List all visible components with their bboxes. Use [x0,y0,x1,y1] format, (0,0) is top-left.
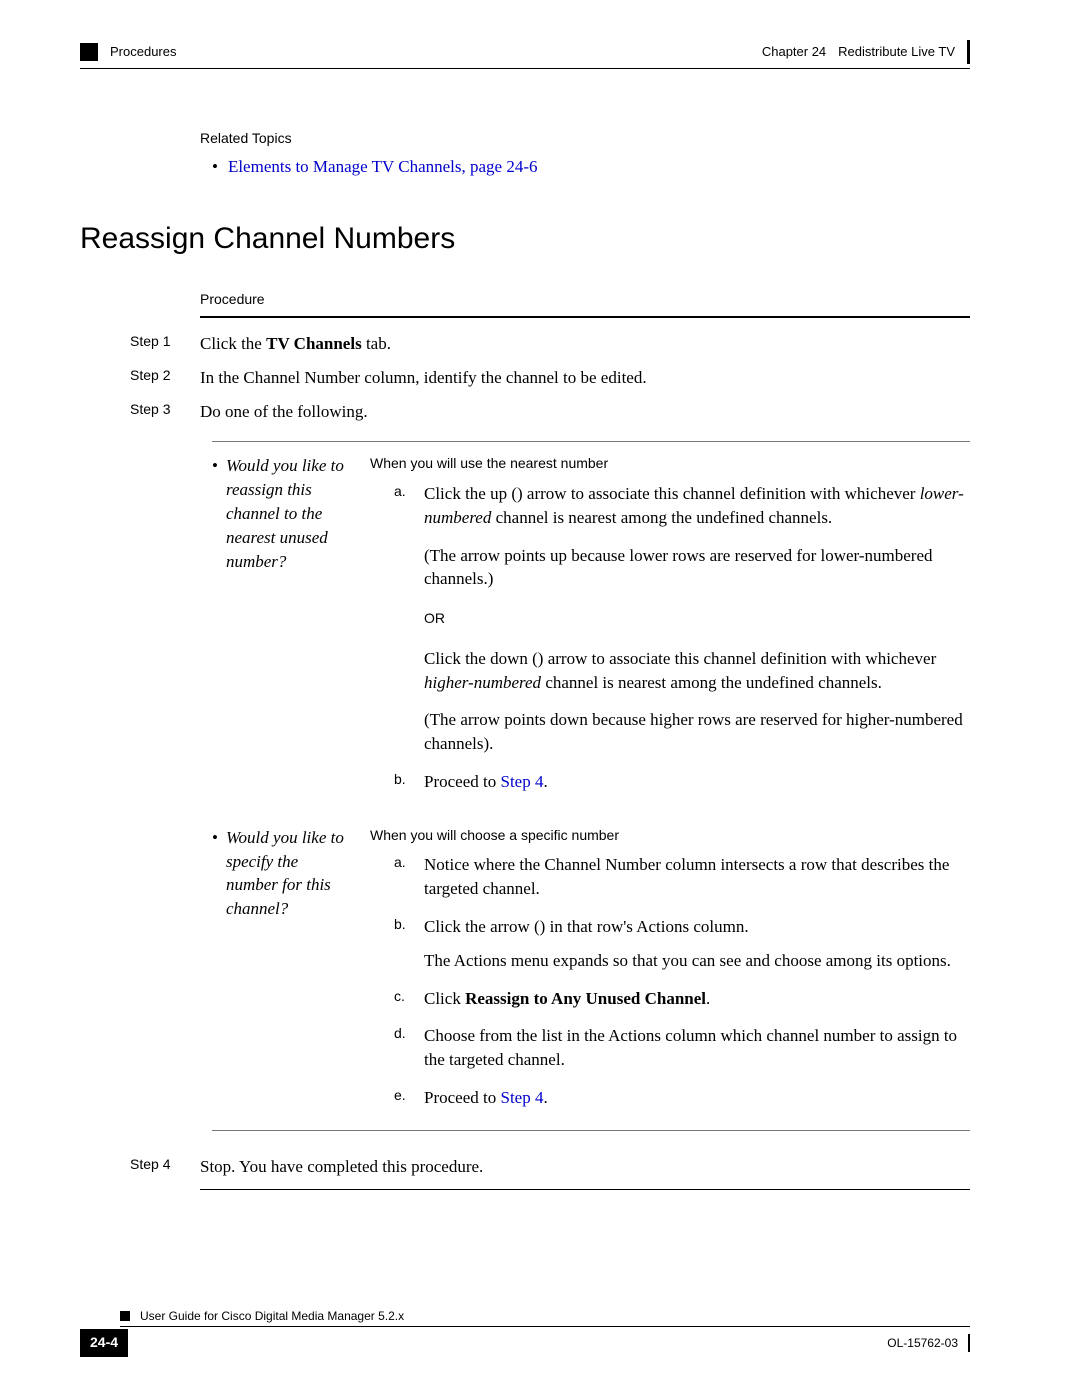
step-4-body: Stop. You have completed this procedure. [200,1155,970,1179]
step-1-body: Click the TV Channels tab. [200,332,970,356]
header-rule [80,68,970,69]
option-1-question: Would you like to reassign this channel … [226,454,352,807]
page-number-badge: 24-4 [80,1329,128,1357]
footer-guide-title: User Guide for Cisco Digital Media Manag… [140,1308,404,1325]
option-nearest: • Would you like to reassign this channe… [212,454,970,807]
bullet-icon: • [212,826,218,1110]
step-3: Step 3 Do one of the following. [130,400,970,424]
option-1-a: a. Click the up () arrow to associate th… [394,482,970,591]
option-2-b: b. Click the arrow () in that row's Acti… [394,915,970,973]
step-1-label: Step 1 [130,332,200,356]
step-4-link[interactable]: Step 4 [500,1088,543,1107]
doc-id: OL-15762-03 [887,1335,958,1352]
step-4: Step 4 Stop. You have completed this pro… [130,1155,970,1179]
bullet-icon: • [212,155,218,179]
procedure-rule [200,316,970,318]
step-3-body: Do one of the following. [200,400,970,424]
option-2-when: When you will choose a specific number [370,826,970,846]
option-2-a: a. Notice where the Channel Number colum… [394,853,970,901]
header-marker-icon [80,43,98,61]
option-2-e: e. Proceed to Step 4. [394,1086,970,1110]
option-2-question: Would you like to specify the number for… [226,826,352,1110]
bullet-icon: • [212,454,218,807]
related-topic-link[interactable]: Elements to Manage TV Channels, page 24-… [228,155,538,179]
header-chapter-title: Redistribute Live TV [838,43,955,61]
step-2-body: In the Channel Number column, identify t… [200,366,970,390]
header-bar-icon [967,40,970,64]
header-chapter: Chapter 24 [762,43,826,61]
step-2: Step 2 In the Channel Number column, ide… [130,366,970,390]
option-2-c: c. Click Reassign to Any Unused Channel. [394,987,970,1011]
option-specific: • Would you like to specify the number f… [212,826,970,1110]
related-topics-heading: Related Topics [200,129,970,149]
or-label: OR [424,609,970,629]
option-1-b: b. Proceed to Step 4. [394,770,970,794]
step-2-label: Step 2 [130,366,200,390]
procedure-heading: Procedure [200,290,970,310]
options-table: • Would you like to reassign this channe… [212,441,970,1130]
procedure-end-rule [200,1189,970,1190]
footer-rule [120,1326,970,1327]
footer-marker-icon [120,1311,130,1321]
page-title: Reassign Channel Numbers [80,218,970,260]
step-3-label: Step 3 [130,400,200,424]
footer-bar-icon [968,1334,970,1352]
option-1-when: When you will use the nearest number [370,454,970,474]
step-4-label: Step 4 [130,1155,200,1179]
option-2-d: d. Choose from the list in the Actions c… [394,1024,970,1072]
step-1: Step 1 Click the TV Channels tab. [130,332,970,356]
header-left-label: Procedures [110,43,176,61]
step-4-link[interactable]: Step 4 [500,772,543,791]
